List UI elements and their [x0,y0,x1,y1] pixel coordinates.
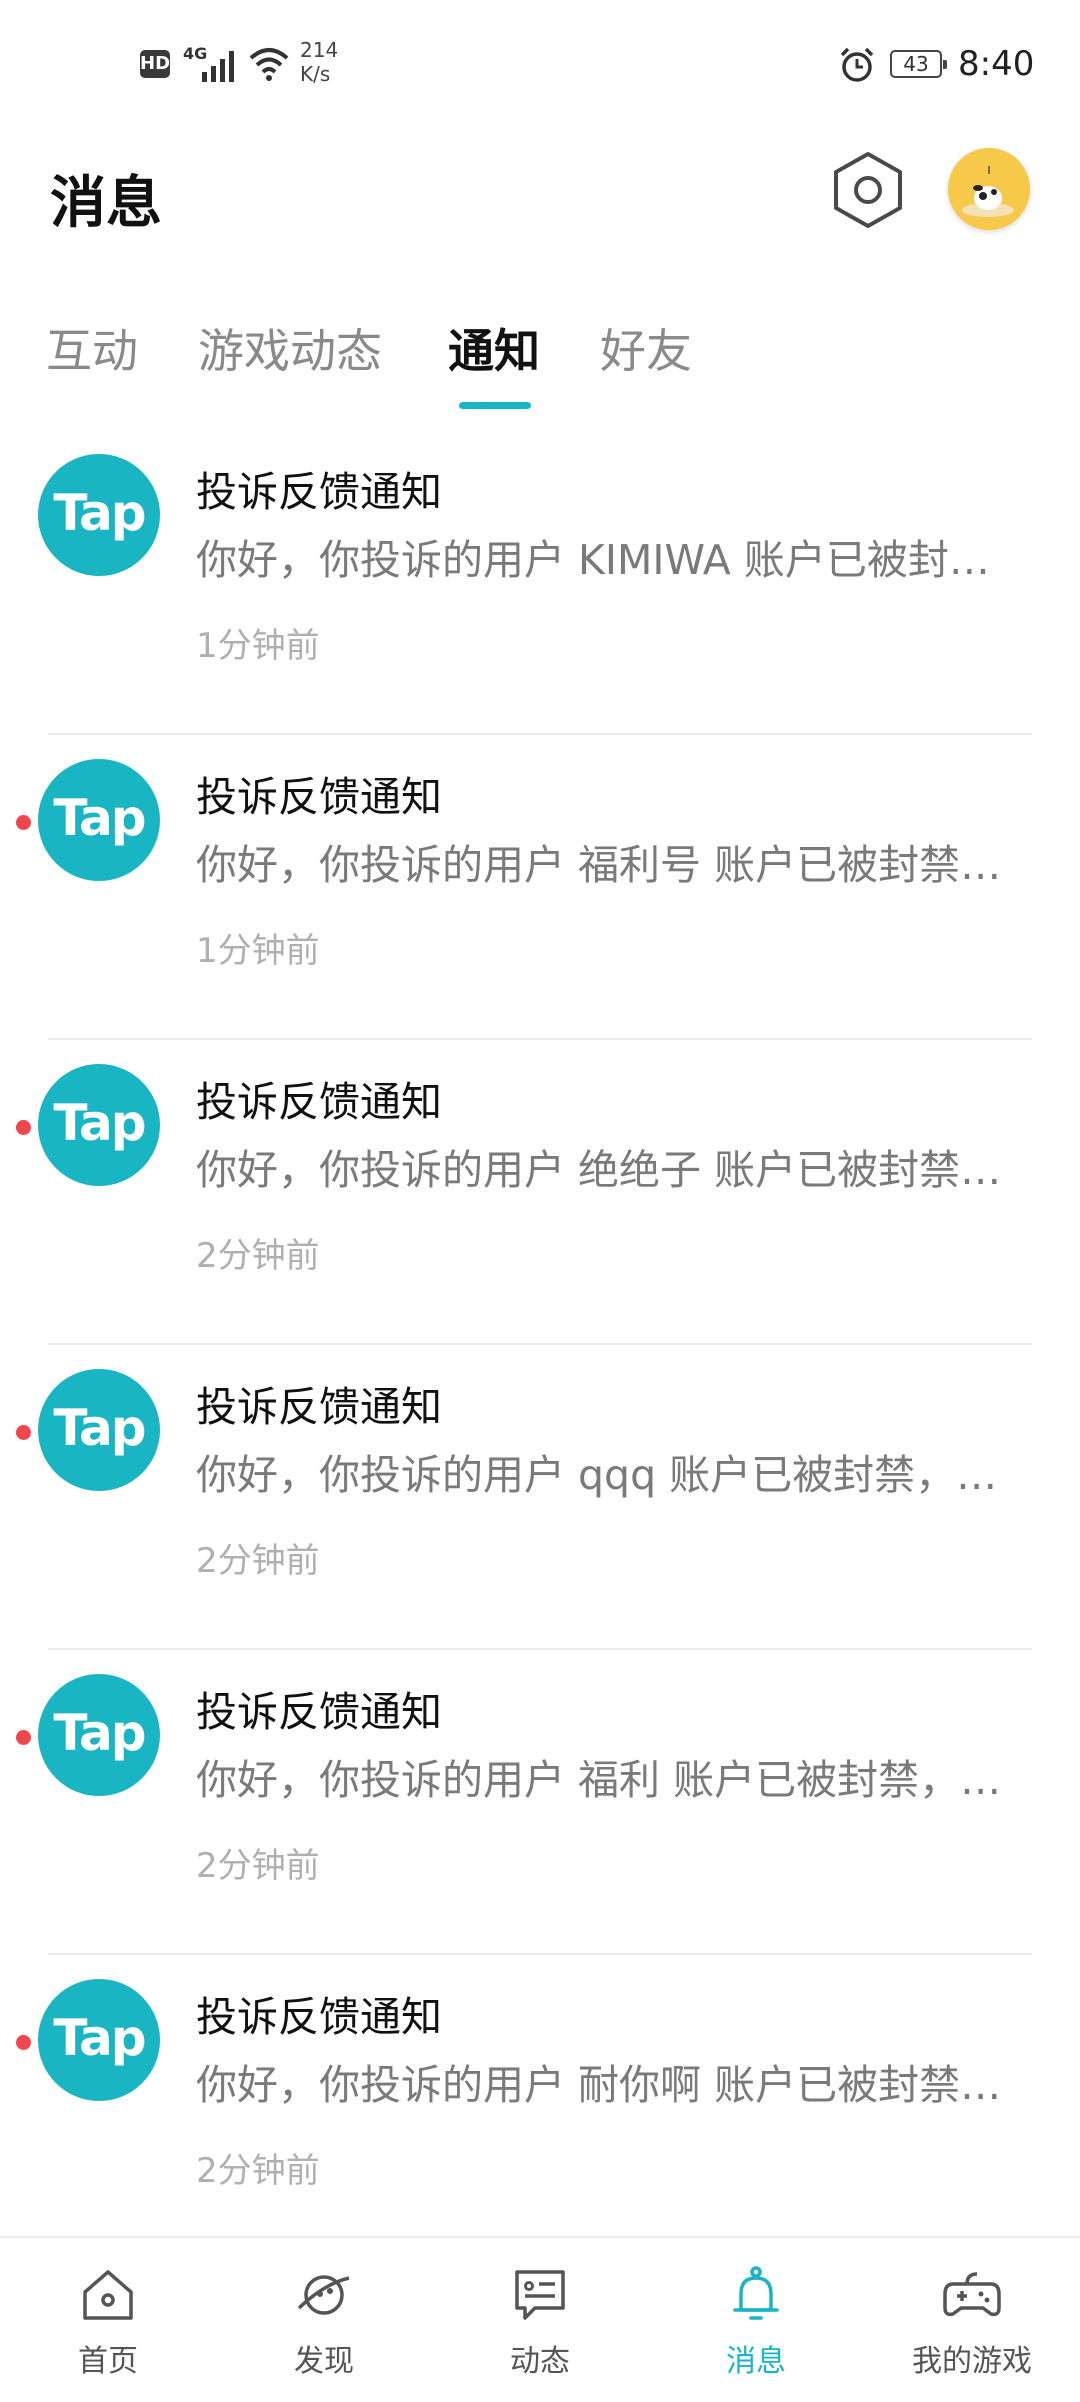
home-icon [83,2270,133,2320]
battery-indicator: 43 [890,50,947,78]
notification-title: 投诉反馈通知 [196,1993,442,2041]
clock: 8:40 [958,44,1035,84]
notification-item[interactable]: Tap 投诉反馈通知 你好，你投诉的用户 耐你啊 账户已被封禁… 2分钟前 [0,1955,1080,2260]
page-title: 消息 [50,171,162,236]
nav-messages[interactable]: 消息 [686,2264,826,2380]
tab-bar: 互动 游戏动态 通知 好友 [0,305,1080,415]
bottom-nav: 首页 发现 动态 消息 我的游戏 [0,2236,1080,2402]
notification-body: 你好，你投诉的用户 KIMIWA 账户已被封禁… [196,536,1026,584]
active-tab-indicator [459,402,531,409]
chat-card-icon [515,2270,565,2320]
notification-time: 2分钟前 [196,2151,320,2191]
user-avatar[interactable] [948,148,1030,230]
hd-badge: HD [140,50,170,78]
settings-hexagon-icon[interactable] [830,150,906,230]
notification-time: 1分钟前 [196,626,320,666]
tap-logo: Tap [38,1369,160,1491]
nav-feed-label: 动态 [510,2344,570,2379]
unread-dot [16,1120,31,1135]
nav-my-games[interactable]: 我的游戏 [902,2264,1042,2380]
unread-dot [16,1730,31,1745]
speed-value: 214 [300,38,339,62]
notification-item[interactable]: Tap 投诉反馈通知 你好，你投诉的用户 绝绝子 账户已被封禁… 2分钟前 [0,1040,1080,1345]
notification-body: 你好，你投诉的用户 福利号 账户已被封禁… [196,841,1002,889]
notification-item[interactable]: Tap 投诉反馈通知 你好，你投诉的用户 qqq 账户已被封禁，感… 2分钟前 [0,1345,1080,1650]
tab-notifications[interactable]: 通知 [448,315,540,381]
notification-time: 2分钟前 [196,1236,320,1276]
nav-home[interactable]: 首页 [38,2264,178,2380]
notification-item[interactable]: Tap 投诉反馈通知 你好，你投诉的用户 福利号 账户已被封禁… 1分钟前 [0,735,1080,1040]
gamepad-icon [943,2272,1001,2317]
notification-title: 投诉反馈通知 [196,1078,442,1126]
tap-logo: Tap [38,1979,160,2101]
nav-home-label: 首页 [78,2344,138,2379]
notification-title: 投诉反馈通知 [196,1688,442,1736]
network-speed: 214 K/s [300,38,338,86]
nav-feed[interactable]: 动态 [470,2264,610,2380]
notification-title: 投诉反馈通知 [196,1383,442,1431]
tab-game-updates[interactable]: 游戏动态 [198,315,382,381]
notification-body: 你好，你投诉的用户 qqq 账户已被封禁，感… [196,1451,1026,1499]
notification-title: 投诉反馈通知 [196,468,442,516]
notification-time: 1分钟前 [196,931,320,971]
wifi-icon [249,48,289,81]
tap-logo: Tap [38,1674,160,1796]
notification-item[interactable]: Tap 投诉反馈通知 你好，你投诉的用户 KIMIWA 账户已被封禁… 1分钟前 [0,430,1080,735]
nav-my-games-label: 我的游戏 [912,2344,1032,2379]
speed-unit: K/s [300,62,331,86]
unread-dot [16,2035,31,2050]
notification-time: 2分钟前 [196,1846,320,1886]
notification-list: Tap 投诉反馈通知 你好，你投诉的用户 KIMIWA 账户已被封禁… 1分钟前… [0,430,1080,2260]
nav-discover-label: 发现 [294,2344,354,2379]
signal-icon [202,51,234,82]
nav-messages-label: 消息 [726,2344,786,2379]
planet-icon [297,2275,350,2315]
notification-time: 2分钟前 [196,1541,320,1581]
notification-title: 投诉反馈通知 [196,773,442,821]
unread-dot [16,815,31,830]
tab-interaction[interactable]: 互动 [46,315,138,381]
notification-body: 你好，你投诉的用户 耐你啊 账户已被封禁… [196,2061,1002,2109]
status-bar: HD 4G 214 K/s 43 8:40 [0,0,1080,130]
tap-logo: Tap [38,454,160,576]
tap-logo: Tap [38,1064,160,1186]
nav-discover[interactable]: 发现 [254,2264,394,2380]
notification-body: 你好，你投诉的用户 绝绝子 账户已被封禁… [196,1146,1002,1194]
notification-item[interactable]: Tap 投诉反馈通知 你好，你投诉的用户 福利 账户已被封禁，… 2分钟前 [0,1650,1080,1955]
tap-logo: Tap [38,759,160,881]
unread-dot [16,1425,31,1440]
tab-friends[interactable]: 好友 [600,315,692,381]
alarm-icon [840,47,874,82]
avatar-image [948,148,1030,230]
bell-icon [733,2266,779,2320]
notification-body: 你好，你投诉的用户 福利 账户已被封禁，… [196,1756,1002,1804]
